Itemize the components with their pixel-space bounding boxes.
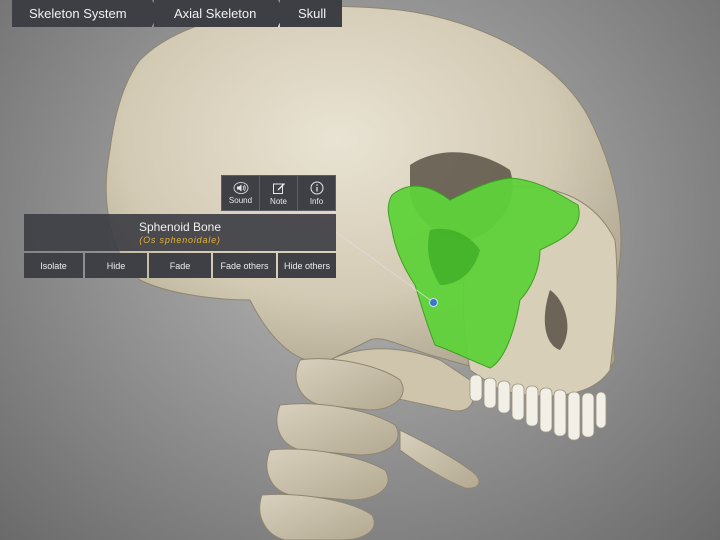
sound-button[interactable]: Sound (222, 176, 260, 210)
fade-others-button[interactable]: Fade others (213, 253, 276, 278)
selection-toolbar: Sound Note Info (221, 175, 336, 211)
info-label: Info (309, 196, 324, 206)
breadcrumb-axial-skeleton[interactable]: Axial Skeleton (154, 0, 286, 27)
bone-name: Sphenoid Bone (138, 220, 222, 234)
note-label: Note (270, 196, 287, 206)
info-button[interactable]: Info (298, 176, 335, 210)
sound-label: Sound (228, 195, 253, 205)
breadcrumb-skeleton-system[interactable]: Skeleton System (12, 0, 160, 27)
hide-button[interactable]: Hide (85, 253, 147, 278)
breadcrumb-label: Skull (298, 6, 327, 21)
location-pin-icon[interactable] (429, 298, 438, 307)
note-edit-icon (272, 182, 285, 194)
info-icon (310, 181, 323, 194)
isolate-button[interactable]: Isolate (24, 253, 83, 278)
breadcrumb-skull[interactable]: Skull (280, 0, 342, 27)
breadcrumb-label: Axial Skeleton (174, 6, 257, 21)
selection-actions: Isolate Hide Fade Fade others Hide other… (24, 253, 336, 278)
selection-info-panel: Sphenoid Bone (Os sphenoidale) (24, 214, 336, 251)
bone-latin-name: (Os sphenoidale) (139, 235, 221, 245)
breadcrumb-label: Skeleton System (29, 6, 127, 21)
breadcrumb: Skeleton System Axial Skeleton Skull (12, 0, 342, 27)
fade-button[interactable]: Fade (149, 253, 211, 278)
hide-others-button[interactable]: Hide others (278, 253, 336, 278)
note-button[interactable]: Note (260, 176, 298, 210)
speaker-icon (233, 181, 248, 194)
